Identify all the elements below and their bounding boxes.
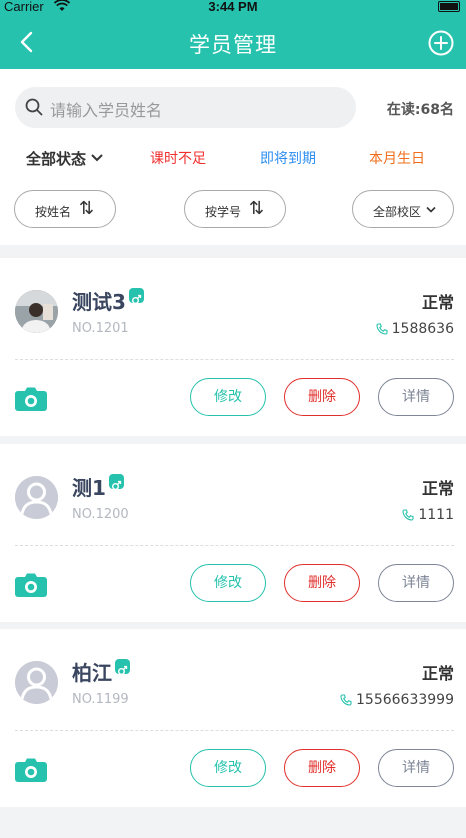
camera-icon[interactable] bbox=[15, 757, 47, 787]
sort-by-number-button[interactable]: 按学号 ⇅ bbox=[184, 190, 286, 228]
phone-icon bbox=[340, 694, 352, 706]
enrolled-count: 在读:68名 bbox=[386, 102, 454, 118]
page-title: 学员管理 bbox=[189, 33, 277, 57]
delete-button[interactable]: 删除 bbox=[284, 564, 360, 602]
nav-bar: 学员管理 bbox=[0, 18, 466, 68]
student-number: NO.1200 bbox=[72, 507, 129, 522]
add-student-icon[interactable] bbox=[428, 30, 454, 56]
male-icon bbox=[108, 474, 124, 490]
divider bbox=[15, 359, 454, 360]
status-tabs: 全部状态 课时不足 即将到期 本月生日 bbox=[0, 148, 466, 172]
student-name: 柏江 bbox=[72, 657, 130, 686]
status-bar: Carrier 3:44 PM bbox=[0, 0, 466, 14]
chevron-down-icon bbox=[426, 206, 436, 213]
student-card[interactable]: 测1 NO.1200 正常 1111 修改 删除 详情 bbox=[0, 444, 466, 622]
avatar bbox=[15, 661, 58, 704]
sort-by-name-button[interactable]: 按姓名 ⇅ bbox=[14, 190, 116, 228]
sort-icon: ⇅ bbox=[79, 198, 95, 219]
student-number: NO.1201 bbox=[72, 321, 129, 336]
detail-button[interactable]: 详情 bbox=[378, 378, 454, 416]
delete-button[interactable]: 删除 bbox=[284, 749, 360, 787]
edit-button[interactable]: 修改 bbox=[190, 749, 266, 787]
student-card[interactable]: 测试3 NO.1201 正常 1588636 修改 删除 详情 bbox=[0, 258, 466, 436]
campus-label: 全部校区 bbox=[373, 205, 422, 219]
edit-button[interactable]: 修改 bbox=[190, 378, 266, 416]
delete-button[interactable]: 删除 bbox=[284, 378, 360, 416]
battery-icon bbox=[438, 1, 460, 12]
camera-icon[interactable] bbox=[15, 572, 47, 602]
student-status: 正常 bbox=[421, 479, 454, 498]
male-icon bbox=[128, 288, 144, 304]
status-time: 3:44 PM bbox=[208, 0, 258, 14]
sort-label: 按学号 bbox=[205, 205, 242, 219]
phone-icon bbox=[376, 323, 388, 335]
student-phone[interactable]: 15566633999 bbox=[340, 692, 454, 708]
student-number: NO.1199 bbox=[72, 692, 129, 707]
campus-select[interactable]: 全部校区 bbox=[352, 190, 454, 228]
camera-icon[interactable] bbox=[15, 386, 47, 416]
tab-all-status[interactable]: 全部状态 bbox=[26, 148, 103, 169]
tab-expiring-soon[interactable]: 即将到期 bbox=[260, 148, 316, 168]
edit-button[interactable]: 修改 bbox=[190, 564, 266, 602]
student-name: 测试3 bbox=[72, 286, 144, 315]
student-status: 正常 bbox=[421, 664, 454, 683]
student-status: 正常 bbox=[421, 293, 454, 312]
divider bbox=[15, 730, 454, 731]
search-placeholder: 请输入学员姓名 bbox=[50, 101, 163, 120]
filter-area: 请输入学员姓名 在读:68名 全部状态 课时不足 即将到期 本月生日 按姓名 ⇅… bbox=[0, 69, 466, 245]
detail-button[interactable]: 详情 bbox=[378, 564, 454, 602]
phone-icon bbox=[402, 509, 414, 521]
search-input[interactable]: 请输入学员姓名 bbox=[15, 87, 356, 128]
avatar bbox=[15, 290, 58, 333]
student-phone[interactable]: 1588636 bbox=[376, 321, 454, 337]
student-phone[interactable]: 1111 bbox=[402, 507, 454, 523]
sort-icon: ⇅ bbox=[249, 198, 265, 219]
divider bbox=[15, 545, 454, 546]
student-name: 测1 bbox=[72, 472, 124, 501]
student-card[interactable]: 柏江 NO.1199 正常 15566633999 修改 删除 详情 bbox=[0, 629, 466, 807]
search-icon bbox=[25, 98, 43, 120]
tab-insufficient-hours[interactable]: 课时不足 bbox=[150, 148, 206, 168]
tab-birthday-this-month[interactable]: 本月生日 bbox=[369, 148, 425, 168]
sort-label: 按姓名 bbox=[35, 205, 72, 219]
chevron-down-icon bbox=[91, 154, 103, 162]
detail-button[interactable]: 详情 bbox=[378, 749, 454, 787]
tab-label: 全部状态 bbox=[26, 150, 87, 168]
avatar bbox=[15, 476, 58, 519]
male-icon bbox=[115, 659, 130, 675]
